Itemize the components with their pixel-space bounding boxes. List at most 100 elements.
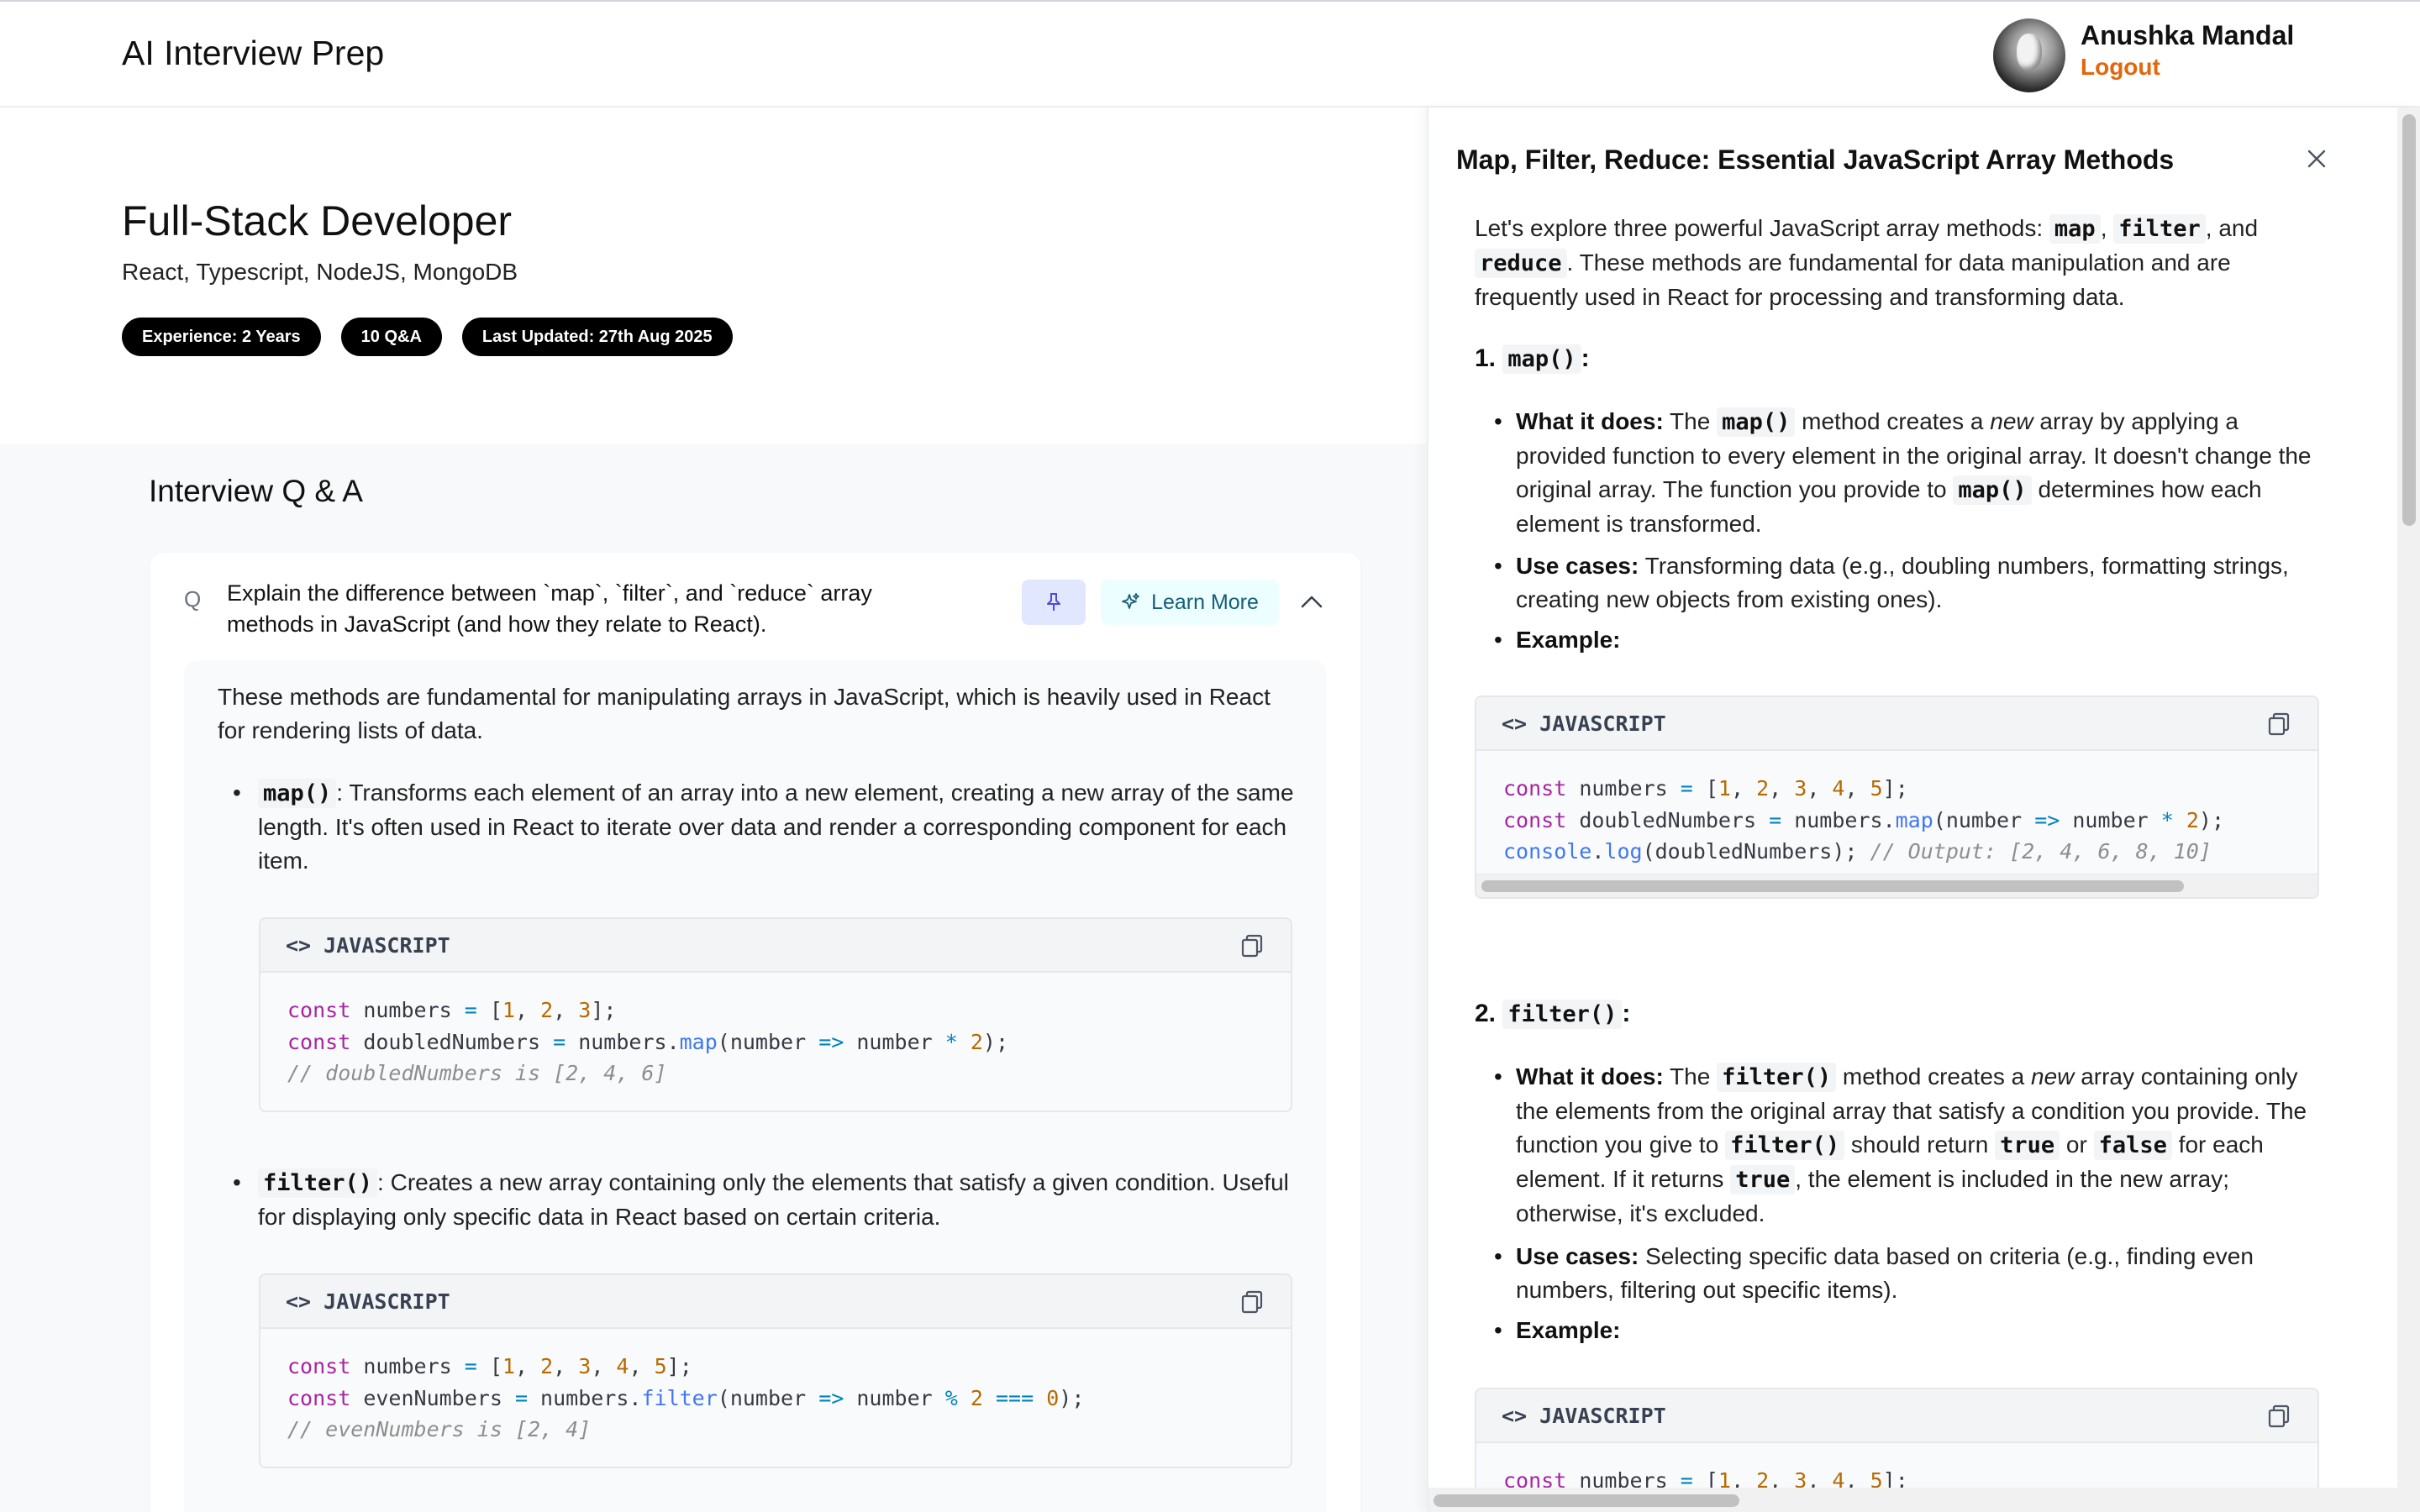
code-token: doubledNumbers [350, 1029, 554, 1054]
code-token: , [629, 1354, 655, 1378]
app-brand[interactable]: AI Interview Prep [122, 34, 384, 73]
code-brackets-icon: <> [286, 1289, 312, 1314]
code-brackets-icon: <> [286, 933, 312, 958]
inline-code: map [2049, 214, 2101, 244]
inline-code: reduce [1475, 249, 1567, 278]
code-token: % [944, 1385, 958, 1410]
role-title: Full-Stack Developer [122, 197, 513, 244]
inline-code: filter [2113, 214, 2206, 244]
code-token: number [2060, 807, 2161, 832]
code-token: 1 [502, 998, 515, 1022]
copy-icon[interactable] [2265, 711, 2292, 738]
close-icon[interactable] [2302, 144, 2331, 173]
experience-badge: Experience: 2 Years [122, 318, 321, 356]
code-token: , [591, 1354, 617, 1378]
logout-link[interactable]: Logout [2081, 54, 2160, 81]
bullet-dot: • [233, 1169, 241, 1195]
question-text[interactable]: Explain the difference between `map`, `f… [227, 578, 874, 640]
drawer-horizontal-scrollbar[interactable] [1428, 1488, 2397, 1512]
code-token: = [464, 1354, 477, 1378]
bullet-dot: • [1494, 1243, 1502, 1269]
code-token: , [1730, 776, 1757, 801]
map-use-cases: Use cases: Transforming data (e.g., doub… [1516, 553, 2289, 612]
bullet-dot: • [1494, 1063, 1502, 1089]
code-token: number [844, 1385, 945, 1410]
copy-icon[interactable] [1239, 1289, 1265, 1315]
code-token: const [1503, 776, 1567, 801]
code-block-header: <> JAVASCRIPT [260, 919, 1291, 973]
code-token: ]; [666, 1354, 692, 1378]
code-token: (number [1933, 807, 2035, 832]
code-token: [ [476, 998, 502, 1022]
drawer-code-block-map: <> JAVASCRIPT const numbers = [1, 2, 3, … [1475, 696, 2319, 899]
pin-button[interactable] [1022, 580, 1086, 625]
code-token: log [1604, 839, 1643, 864]
bullet-dot: • [1494, 553, 1502, 579]
code-token: 1 [502, 1354, 515, 1378]
answer-intro: These methods are fundamental for manipu… [218, 684, 1270, 743]
code-token: filter [641, 1385, 718, 1410]
code-block-header: <> JAVASCRIPT [1476, 697, 2317, 751]
code-token: [ [1692, 776, 1718, 801]
qa-heading: Interview Q & A [149, 474, 363, 508]
code-token: , [514, 1354, 541, 1378]
code-token: const [1503, 807, 1567, 832]
learn-more-button[interactable]: Learn More [1101, 580, 1279, 625]
question-marker: Q [184, 586, 202, 612]
answer-item-text: : Transforms each element of an array in… [258, 780, 1294, 874]
code-token: numbers [350, 998, 465, 1022]
code-language-label: <> JAVASCRIPT [1502, 711, 1666, 736]
inline-code: map() [258, 779, 337, 808]
code-token: evenNumbers [350, 1385, 515, 1410]
drawer-title: Map, Filter, Reduce: Essential JavaScrip… [1456, 144, 2175, 175]
last-updated-badge: Last Updated: 27th Aug 2025 [461, 318, 733, 356]
session-main-panel: Full-Stack Developer React, Typescript, … [0, 108, 1427, 1512]
code-token: (number [717, 1385, 819, 1410]
copy-icon[interactable] [1239, 932, 1265, 959]
code-token: 2 [540, 998, 554, 1022]
collapse-button[interactable] [1295, 583, 1328, 620]
code-token: [ [476, 1354, 502, 1378]
code-horizontal-scrollbar[interactable] [1476, 874, 2317, 897]
code-token: ); [2198, 807, 2225, 832]
code-token: 1 [1718, 776, 1731, 801]
code-token: // Output: [2, 4, 6, 8, 10] [1870, 839, 2212, 864]
code-brackets-icon: <> [1502, 711, 1528, 736]
code-token: 5 [1870, 776, 1883, 801]
code-token: (number [717, 1029, 819, 1054]
code-token: numbers. [1781, 807, 1896, 832]
code-block-filter: <> JAVASCRIPT const numbers = [1, 2, 3, … [259, 1273, 1292, 1468]
map-what-it-does: What it does: The map() method creates a… [1516, 407, 2312, 537]
code-token: 5 [654, 1354, 667, 1378]
answer-item-text: : Creates a new array containing only th… [258, 1169, 1289, 1230]
code-token: // doubledNumbers is [2, 4, 6] [287, 1061, 667, 1085]
scrollbar-thumb[interactable] [1434, 1494, 1739, 1507]
code-block-header: <> JAVASCRIPT [1476, 1389, 2317, 1443]
scrollbar-thumb[interactable] [1481, 880, 2184, 892]
code-token: , [1807, 776, 1833, 801]
filter-use-cases: Use cases: Selecting specific data based… [1516, 1243, 2254, 1303]
code-token: map [679, 1029, 718, 1054]
bullet-dot: • [1494, 408, 1502, 434]
scrollbar-thumb[interactable] [2402, 114, 2416, 526]
learn-more-drawer: Map, Filter, Reduce: Essential JavaScrip… [1427, 108, 2420, 1512]
copy-icon[interactable] [2265, 1403, 2292, 1430]
drawer-intro: Let's explore three powerful JavaScript … [1475, 214, 2259, 310]
answer-panel: These methods are fundamental for manipu… [184, 660, 1327, 1512]
code-token: const [287, 998, 351, 1022]
code-token: (doubledNumbers); [1642, 839, 1870, 864]
user-avatar[interactable] [1993, 18, 2065, 92]
code-body: const numbers = [1, 2, 3, 4, 5]; const e… [260, 1329, 1291, 1467]
code-block-map: <> JAVASCRIPT const numbers = [1, 2, 3];… [259, 917, 1292, 1112]
code-token: , [553, 1354, 579, 1378]
code-token: 2 [1756, 776, 1770, 801]
code-token: = [514, 1385, 528, 1410]
drawer-vertical-scrollbar[interactable] [2397, 108, 2420, 1512]
code-token: numbers. [528, 1385, 642, 1410]
filter-example-label: Example: [1516, 1317, 1621, 1343]
code-token: , [1844, 776, 1870, 801]
code-token: 3 [578, 1354, 592, 1378]
